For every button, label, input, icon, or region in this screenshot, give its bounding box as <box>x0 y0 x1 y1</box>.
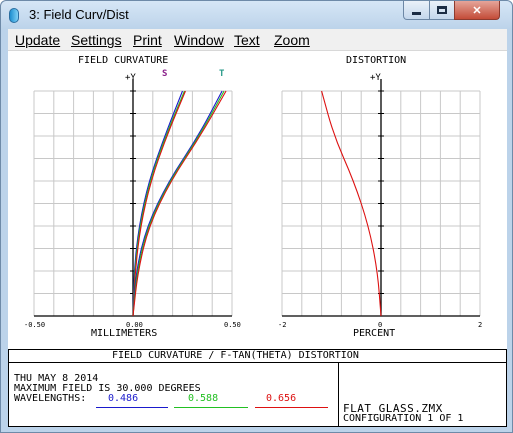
dist-y-axis-label: +Y <box>370 73 381 83</box>
menu-text[interactable]: Text <box>234 32 260 48</box>
fc-xtick-min: -0.50 <box>24 321 46 329</box>
app-window: 3: Field Curv/Dist ✕ Update Settings Pri… <box>0 0 513 433</box>
tangential-marker: T <box>219 69 225 79</box>
dist-x-axis-label: PERCENT <box>353 328 396 339</box>
analysis-plot-svg <box>8 79 507 427</box>
plot-area: FIELD CURVATURE DISTORTION +Y +Y S T -0.… <box>8 51 507 427</box>
close-button[interactable]: ✕ <box>454 1 500 20</box>
sagittal-marker: S <box>162 69 168 79</box>
menu-print[interactable]: Print <box>133 32 162 48</box>
fc-plot-title: FIELD CURVATURE <box>78 55 169 66</box>
window-title: 3: Field Curv/Dist <box>29 7 129 22</box>
field-curvature-grid <box>33 79 233 317</box>
wavelength-3: 0.656 <box>266 393 297 404</box>
title-bar[interactable]: 3: Field Curv/Dist ✕ <box>1 1 512 29</box>
menu-update[interactable]: Update <box>15 32 60 48</box>
app-icon <box>9 8 19 23</box>
menu-bar: Update Settings Print Window Text Zoom <box>8 29 507 51</box>
wavelengths-label: WAVELENGTHS: <box>14 393 87 404</box>
dist-xtick-max: 2 <box>478 321 483 329</box>
dist-xtick-min: -2 <box>278 321 287 329</box>
fc-x-axis-label: MILLIMETERS <box>91 328 158 339</box>
fc-xtick-max: 0.50 <box>224 321 241 329</box>
menu-settings[interactable]: Settings <box>71 32 122 48</box>
maximize-button[interactable] <box>429 1 455 20</box>
analysis-banner: FIELD CURVATURE / F-TAN(THETA) DISTORTIO… <box>112 350 359 361</box>
menu-zoom[interactable]: Zoom <box>274 32 310 48</box>
dist-plot-title: DISTORTION <box>346 55 407 66</box>
wavelength-2: 0.588 <box>188 393 219 404</box>
maximize-icon <box>437 6 447 14</box>
minimize-button[interactable] <box>403 1 430 20</box>
wavelength-1: 0.486 <box>108 393 139 404</box>
minimize-icon <box>412 11 421 15</box>
distortion-grid <box>281 79 481 317</box>
close-icon: ✕ <box>472 4 482 17</box>
configuration-text: CONFIGURATION 1 OF 1 <box>343 413 464 424</box>
menu-window[interactable]: Window <box>174 32 224 48</box>
fc-y-axis-label: +Y <box>125 73 136 83</box>
